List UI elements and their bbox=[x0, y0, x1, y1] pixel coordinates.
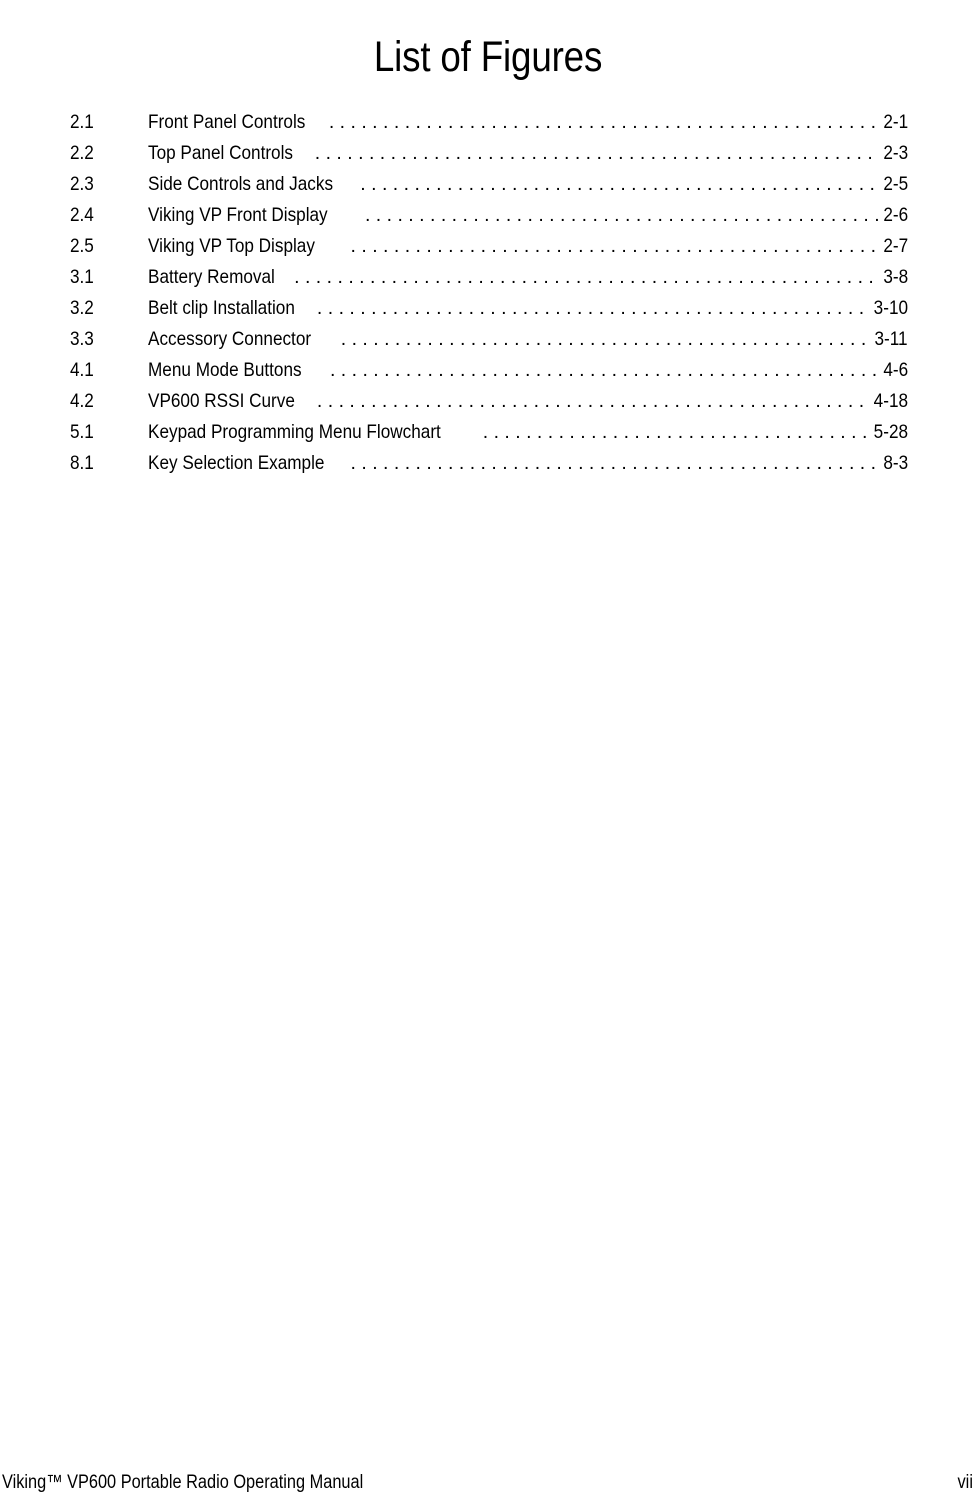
figure-page-number: 4-18 bbox=[873, 390, 908, 412]
figure-entry-body: Accessory Connector 3-11 bbox=[148, 324, 908, 355]
figure-number: 3.1 bbox=[70, 266, 94, 288]
figure-number: 2.5 bbox=[70, 235, 94, 257]
dot-leader bbox=[294, 262, 879, 293]
figure-entry-body: Key Selection Example 8-3 bbox=[148, 448, 908, 479]
page-title: List of Figures bbox=[373, 32, 603, 81]
figure-caption: VP600 RSSI Curve bbox=[148, 390, 295, 412]
figure-page-number: 2-5 bbox=[883, 173, 908, 195]
figure-entry-body: Menu Mode Buttons 4-6 bbox=[148, 355, 908, 386]
list-item[interactable]: 3.2 Belt clip Installation 3-10 bbox=[0, 293, 976, 324]
figure-entry-body: Top Panel Controls 2-3 bbox=[148, 138, 908, 169]
list-item[interactable]: 2.4 Viking VP Front Display 2-6 bbox=[0, 200, 976, 231]
figure-caption: Battery Removal bbox=[148, 266, 275, 288]
page-footer: Viking™ VP600 Portable Radio Operating M… bbox=[0, 1470, 976, 1500]
figure-caption: Belt clip Installation bbox=[148, 297, 295, 319]
figure-number: 3.3 bbox=[70, 328, 94, 350]
figure-entry-body: VP600 RSSI Curve 4-18 bbox=[148, 386, 908, 417]
list-item[interactable]: 5.1 Keypad Programming Menu Flowchart 5-28 bbox=[0, 417, 976, 448]
list-item[interactable]: 4.2 VP600 RSSI Curve 4-18 bbox=[0, 386, 976, 417]
dot-leader bbox=[351, 231, 879, 262]
list-item[interactable]: 3.3 Accessory Connector 3-11 bbox=[0, 324, 976, 355]
list-item[interactable]: 2.2 Top Panel Controls 2-3 bbox=[0, 138, 976, 169]
dot-leader bbox=[483, 417, 868, 448]
figure-page-number: 3-11 bbox=[874, 328, 908, 350]
list-item[interactable]: 3.1 Battery Removal 3-8 bbox=[0, 262, 976, 293]
list-item[interactable]: 4.1 Menu Mode Buttons 4-6 bbox=[0, 355, 976, 386]
figure-page-number: 2-7 bbox=[883, 235, 908, 257]
figure-number: 3.2 bbox=[70, 297, 94, 319]
dot-leader bbox=[341, 324, 870, 355]
figure-entry-body: Belt clip Installation 3-10 bbox=[148, 293, 908, 324]
figure-number: 4.2 bbox=[70, 390, 94, 412]
figure-entry-body: Keypad Programming Menu Flowchart 5-28 bbox=[148, 417, 908, 448]
figure-caption: Key Selection Example bbox=[148, 452, 325, 474]
figure-page-number: 2-1 bbox=[883, 111, 908, 133]
figure-number: 2.2 bbox=[70, 142, 94, 164]
figure-entry-body: Battery Removal 3-8 bbox=[148, 262, 908, 293]
figure-caption: Viking VP Top Display bbox=[148, 235, 325, 257]
figure-page-number: 3-10 bbox=[873, 297, 908, 319]
figure-page-number: 4-6 bbox=[883, 359, 908, 381]
figure-page-number: 8-3 bbox=[883, 452, 908, 474]
dot-leader bbox=[360, 169, 879, 200]
figure-caption: Keypad Programming Menu Flowchart bbox=[148, 421, 441, 443]
figure-number: 2.3 bbox=[70, 173, 94, 195]
figure-entry-body: Side Controls and Jacks 2-5 bbox=[148, 169, 908, 200]
dot-leader bbox=[317, 293, 868, 324]
footer-page-number: vii bbox=[957, 1472, 973, 1493]
figure-page-number: 2-6 bbox=[883, 204, 908, 226]
figure-entry-body: Viking VP Top Display 2-7 bbox=[148, 231, 908, 262]
figure-page-number: 5-28 bbox=[873, 421, 908, 443]
document-page: List of Figures 2.1Front Panel Controls2… bbox=[0, 0, 976, 1507]
dot-leader bbox=[329, 107, 879, 138]
dot-leader bbox=[365, 200, 879, 231]
figure-page-number: 2-3 bbox=[883, 142, 908, 164]
footer-manual-title: Viking™ VP600 Portable Radio Operating M… bbox=[2, 1472, 364, 1493]
figure-entry-body: Viking VP Front Display 2-6 bbox=[148, 200, 908, 231]
list-item[interactable]: 8.1 Key Selection Example 8-3 bbox=[0, 448, 976, 479]
figure-caption: Viking VP Front Display bbox=[148, 204, 338, 226]
list-of-figures: 2.1 Front Panel Controls 2-1 2.2 Top Panel C… bbox=[0, 107, 976, 479]
figure-number: 8.1 bbox=[70, 452, 94, 474]
list-item[interactable]: 2.5 Viking VP Top Display 2-7 bbox=[0, 231, 976, 262]
figure-caption: Accessory Connector bbox=[148, 328, 316, 350]
dot-leader bbox=[351, 448, 879, 479]
dot-leader bbox=[317, 386, 868, 417]
list-item[interactable]: 2.1 Front Panel Controls 2-1 bbox=[0, 107, 976, 138]
figure-number: 2.1 bbox=[70, 111, 94, 133]
figure-caption: Side Controls and Jacks bbox=[148, 173, 334, 195]
figure-caption: Menu Mode Buttons bbox=[148, 359, 307, 381]
figure-entry-body: Front Panel Controls 2-1 bbox=[148, 107, 908, 138]
figure-caption: Front Panel Controls bbox=[148, 111, 306, 133]
dot-leader bbox=[315, 138, 879, 169]
figure-caption: Top Panel Controls bbox=[148, 142, 293, 164]
figure-number: 2.4 bbox=[70, 204, 94, 226]
list-item[interactable]: 2.3 Side Controls and Jacks 2-5 bbox=[0, 169, 976, 200]
dot-leader bbox=[330, 355, 879, 386]
figure-page-number: 3-8 bbox=[883, 266, 908, 288]
figure-number: 5.1 bbox=[70, 421, 94, 443]
figure-number: 4.1 bbox=[70, 359, 94, 381]
